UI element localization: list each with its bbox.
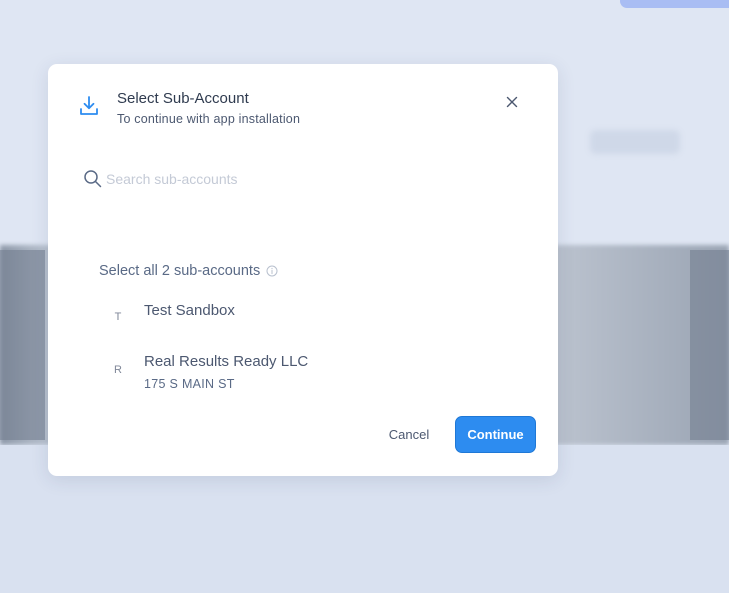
select-all-label: Select all 2 sub-accounts bbox=[99, 263, 261, 279]
account-initial: R bbox=[114, 364, 122, 376]
sub-account-item-real-results-ready[interactable]: R Real Results Ready LLC 175 S MAIN ST bbox=[108, 351, 508, 395]
sub-account-item-test-sandbox[interactable]: T Test Sandbox bbox=[108, 300, 508, 340]
download-icon bbox=[79, 95, 99, 117]
search-box bbox=[83, 168, 523, 190]
search-icon bbox=[83, 169, 103, 189]
close-icon[interactable] bbox=[504, 94, 520, 110]
continue-button[interactable]: Continue bbox=[455, 416, 536, 453]
select-all-option[interactable]: Select all 2 sub-accounts bbox=[99, 263, 278, 279]
background-pill bbox=[620, 0, 729, 8]
select-sub-account-modal: Select Sub-Account To continue with app … bbox=[48, 64, 558, 476]
background-banner-left-edge bbox=[0, 250, 45, 440]
modal-title: Select Sub-Account bbox=[117, 90, 249, 107]
background-blur-element bbox=[590, 130, 680, 154]
background-banner-right-edge bbox=[690, 250, 729, 440]
account-name: Real Results Ready LLC bbox=[144, 353, 309, 370]
info-icon[interactable] bbox=[266, 265, 278, 277]
account-address: 175 S MAIN ST bbox=[144, 377, 235, 391]
account-initial: T bbox=[114, 311, 122, 323]
cancel-button[interactable]: Cancel bbox=[382, 416, 436, 452]
search-input[interactable] bbox=[106, 168, 506, 190]
account-name: Test Sandbox bbox=[144, 302, 235, 319]
modal-subtitle: To continue with app installation bbox=[117, 112, 301, 126]
